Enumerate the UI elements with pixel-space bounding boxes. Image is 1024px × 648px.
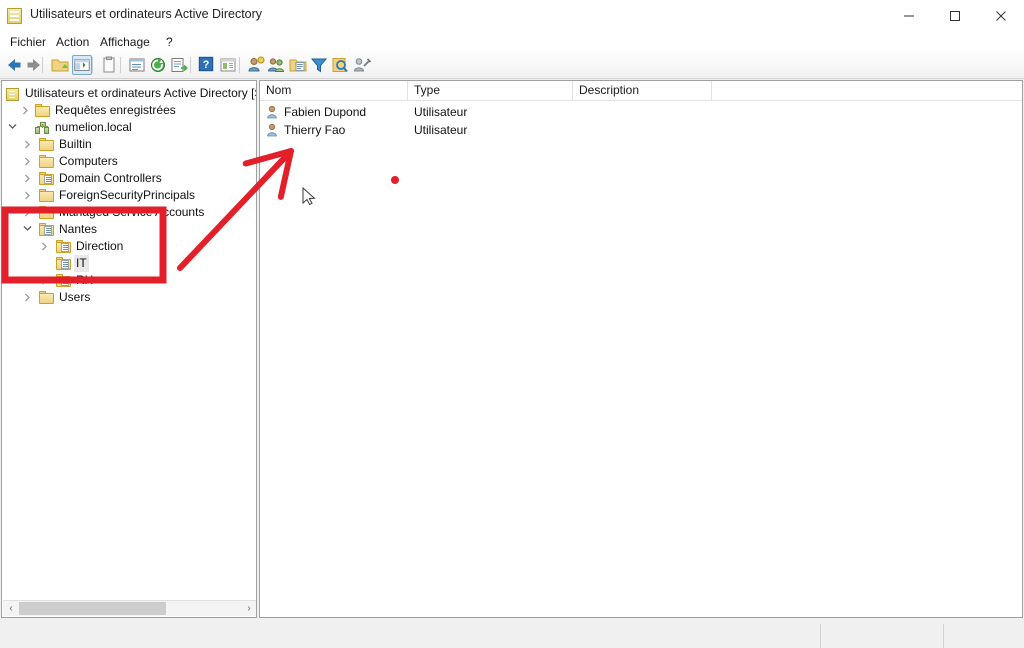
list-header-row: Nom Type Description — [260, 81, 1022, 101]
toolbar-separator — [92, 57, 93, 73]
export-list-icon[interactable] — [169, 55, 189, 75]
folder-icon — [35, 104, 50, 117]
tree-horizontal-scrollbar[interactable]: ‹ › — [3, 600, 256, 616]
menu-fichier[interactable]: Fichier — [6, 34, 50, 50]
tree-item-label: Builtin — [59, 137, 92, 151]
tree-item-label: Users — [59, 290, 91, 304]
close-button[interactable] — [978, 0, 1024, 32]
status-separator — [943, 624, 944, 648]
scroll-right-arrow[interactable]: › — [241, 601, 256, 616]
menu-help[interactable]: ? — [162, 34, 177, 50]
chevron-right-icon[interactable] — [39, 238, 50, 255]
menu-affichage[interactable]: Affichage — [96, 34, 154, 50]
row-name: Fabien Dupond — [284, 105, 367, 119]
scrollbar-thumb[interactable] — [19, 602, 166, 615]
tree-item-label: Requêtes enregistrées — [55, 103, 176, 117]
menu-bar: Fichier Action Affichage ? — [0, 32, 1024, 52]
chevron-down-icon[interactable] — [21, 221, 32, 238]
new-ou-icon[interactable] — [288, 55, 308, 75]
tree-item-label: ForeignSecurityPrincipals — [59, 188, 196, 202]
user-icon — [266, 123, 280, 137]
tree-item-label: Computers — [59, 154, 118, 168]
toolbar-separator — [42, 57, 43, 73]
ou-folder-icon — [39, 223, 54, 236]
up-folder-icon[interactable] — [50, 55, 70, 75]
show-hide-tree-icon[interactable] — [72, 55, 92, 75]
chevron-right-icon[interactable] — [22, 187, 33, 204]
menu-action[interactable]: Action — [52, 34, 93, 50]
domain-icon — [35, 121, 50, 134]
row-type: Utilisateur — [414, 105, 468, 119]
ou-folder-icon — [56, 274, 71, 287]
forward-icon[interactable] — [24, 55, 44, 75]
tree-item-label: Nantes — [59, 222, 98, 236]
chevron-right-icon[interactable] — [22, 153, 33, 170]
folder-icon — [39, 138, 54, 151]
window-controls — [886, 0, 1024, 32]
tree-item-label: Utilisateurs et ordinateurs Active Direc… — [25, 86, 256, 100]
chevron-right-icon[interactable] — [22, 289, 33, 306]
row-name: Thierry Fao — [284, 123, 346, 137]
tree-item-label: RH — [76, 273, 94, 287]
ou-folder-icon — [39, 172, 54, 185]
console-icon[interactable] — [218, 55, 238, 75]
properties-icon[interactable] — [127, 55, 147, 75]
status-bar — [0, 620, 1024, 648]
tree-item-label: Managed Service Accounts — [59, 205, 205, 219]
details-list-panel[interactable]: Nom Type Description Fabien Dupond Utili… — [259, 80, 1023, 618]
row-type: Utilisateur — [414, 123, 468, 137]
ou-folder-icon — [56, 240, 71, 253]
toolbar-separator — [190, 57, 191, 73]
folder-icon — [39, 155, 54, 168]
tree-item-label: IT — [74, 255, 89, 272]
toolbar: ? — [0, 52, 1024, 79]
folder-icon — [39, 291, 54, 304]
help-icon[interactable]: ? — [197, 55, 217, 75]
scroll-left-arrow[interactable]: ‹ — [3, 601, 19, 616]
column-header-type[interactable]: Type — [408, 81, 573, 100]
new-user-icon[interactable] — [246, 55, 266, 75]
status-separator — [820, 624, 821, 648]
chevron-down-icon[interactable] — [6, 119, 17, 136]
folder-icon — [39, 206, 54, 219]
ou-folder-icon — [56, 257, 71, 270]
chevron-right-icon[interactable] — [22, 170, 33, 187]
user-icon — [266, 105, 280, 119]
tree-item-label: Domain Controllers — [59, 171, 162, 185]
console-tree-panel[interactable]: Utilisateurs et ordinateurs Active Direc… — [1, 80, 257, 618]
refresh-icon[interactable] — [148, 55, 168, 75]
toolbar-separator — [120, 57, 121, 73]
column-header-spacer — [712, 81, 1022, 100]
window-title: Utilisateurs et ordinateurs Active Direc… — [30, 7, 263, 21]
title-bar: Utilisateurs et ordinateurs Active Direc… — [0, 0, 1024, 32]
chevron-right-icon[interactable] — [20, 102, 31, 119]
active-directory-users-and-computers-window: Utilisateurs et ordinateurs Active Direc… — [0, 0, 1024, 648]
mmc-root-icon — [6, 88, 19, 101]
toolbar-separator — [239, 57, 240, 73]
back-icon[interactable] — [4, 55, 24, 75]
maximize-button[interactable] — [932, 0, 978, 32]
folder-icon — [39, 189, 54, 202]
filter-icon[interactable] — [309, 55, 329, 75]
column-header-description[interactable]: Description — [573, 81, 712, 100]
new-group-icon[interactable] — [267, 55, 287, 75]
svg-text:?: ? — [203, 59, 210, 71]
mmc-snapin-icon — [7, 8, 22, 24]
chevron-right-icon[interactable] — [39, 272, 50, 289]
chevron-right-icon[interactable] — [22, 136, 33, 153]
delegate-control-icon[interactable] — [352, 55, 372, 75]
chevron-right-icon[interactable] — [22, 204, 33, 221]
tree-item-label: Direction — [76, 239, 124, 253]
minimize-button[interactable] — [886, 0, 932, 32]
column-header-nom[interactable]: Nom — [260, 81, 408, 100]
find-icon[interactable] — [330, 55, 350, 75]
tree-item-label: numelion.local — [55, 120, 132, 134]
clipboard-icon[interactable] — [99, 55, 119, 75]
